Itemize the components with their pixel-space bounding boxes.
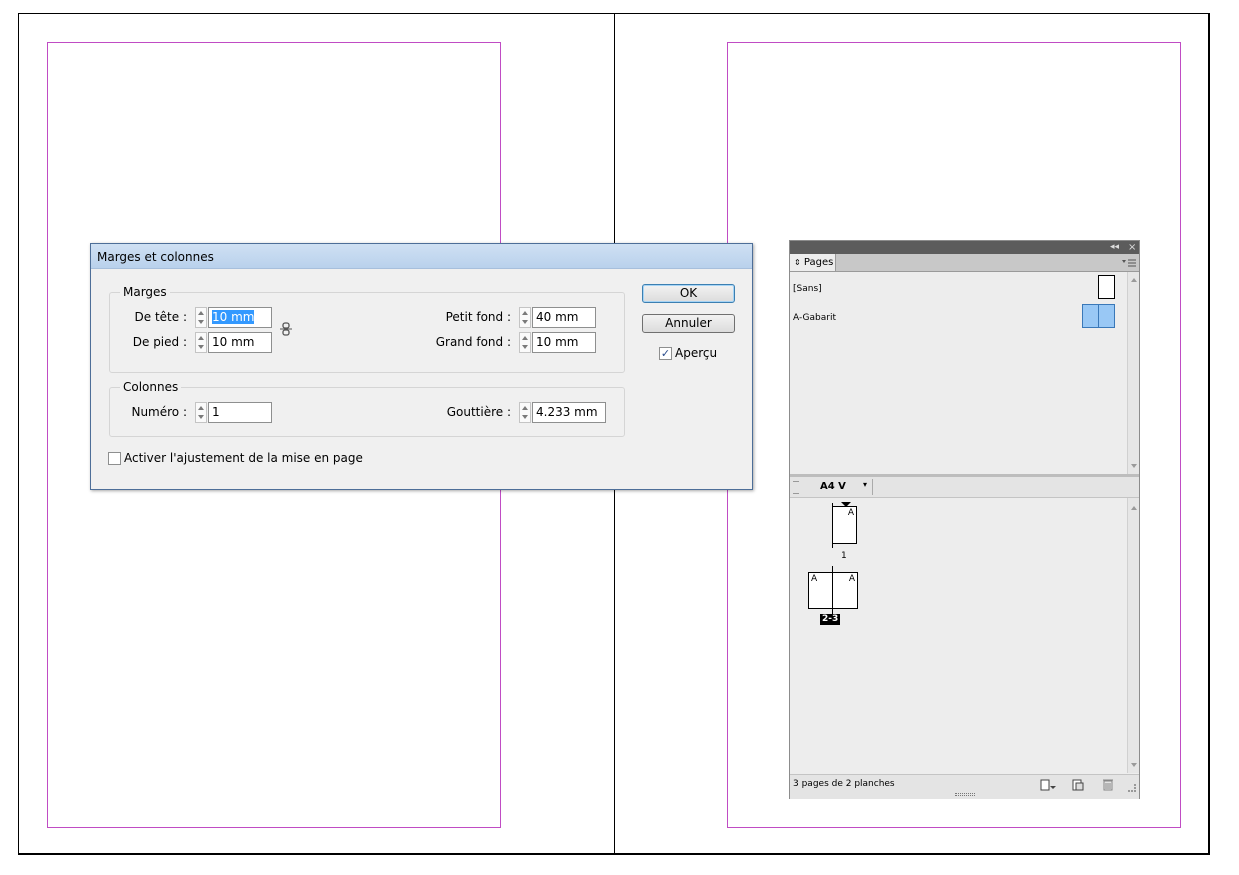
outside-margin-field[interactable]: 10 mm	[532, 332, 596, 353]
master-item-a[interactable]: A-Gabarit	[793, 313, 836, 323]
gutter-field[interactable]: 4.233 mm	[532, 402, 606, 423]
margins-columns-dialog: Marges et colonnes Marges De tête : 10 m…	[90, 243, 753, 490]
columns-number-field[interactable]: 1	[208, 402, 272, 423]
columns-legend: Colonnes	[120, 380, 182, 394]
tab-pages[interactable]: ⇕ Pages	[790, 254, 836, 271]
chevron-down-icon[interactable]: ▾	[863, 480, 867, 489]
cancel-button[interactable]: Annuler	[642, 314, 735, 333]
margins-legend: Marges	[120, 285, 170, 299]
pages-panel: ◂◂ × ⇕ Pages [Sans] A-Gabarit A4 V ▾ A 1…	[789, 240, 1140, 799]
bottom-margin-field[interactable]: 10 mm	[208, 332, 272, 353]
pages-scrollbar[interactable]	[1127, 498, 1139, 773]
resize-grip-icon[interactable]	[1128, 784, 1136, 792]
inside-margin-label: Petit fond :	[445, 310, 511, 324]
page-1-label: 1	[841, 551, 847, 561]
top-margin-label: De tête :	[134, 310, 187, 324]
inside-margin-stepper[interactable]	[519, 307, 531, 328]
masters-scrollbar[interactable]	[1127, 272, 1139, 474]
page-1-binding-line	[832, 503, 833, 548]
pages-status-text: 3 pages de 2 planches	[793, 779, 895, 789]
page-1-master: A	[847, 508, 854, 518]
layout-adjust-label[interactable]: Activer l'ajustement de la mise en page	[124, 451, 363, 465]
tab-updown-icon: ⇕	[794, 258, 801, 267]
ok-button[interactable]: OK	[642, 284, 735, 303]
panel-tab-strip: ⇕ Pages	[790, 254, 1139, 272]
close-icon[interactable]: ×	[1128, 241, 1136, 254]
gutter-stepper[interactable]	[519, 402, 531, 423]
preview-checkbox[interactable]: ✓	[659, 347, 672, 360]
page-2-master: A	[811, 574, 818, 584]
page-1-thumb[interactable]: A	[832, 506, 857, 544]
panel-resize-handle[interactable]	[955, 793, 975, 796]
panel-status-bar: 3 pages de 2 planches	[790, 774, 1139, 799]
gutter-label: Gouttière :	[446, 405, 511, 419]
preview-label[interactable]: Aperçu	[675, 346, 717, 360]
outside-margin-label: Grand fond :	[435, 335, 511, 349]
master-thumb-a[interactable]	[1082, 304, 1115, 328]
delete-page-icon[interactable]	[1102, 778, 1114, 791]
top-margin-field[interactable]: 10 mm	[208, 307, 272, 328]
columns-number-stepper[interactable]	[195, 402, 207, 423]
panel-menu-icon[interactable]	[1122, 257, 1136, 267]
master-thumb-none[interactable]	[1098, 275, 1115, 299]
new-page-icon[interactable]	[1072, 779, 1084, 791]
collapse-icon[interactable]: ◂◂	[1110, 241, 1119, 254]
grip-icon	[793, 481, 799, 494]
page-size-select[interactable]: A4 V	[820, 481, 846, 492]
top-margin-stepper[interactable]	[195, 307, 207, 328]
bottom-margin-stepper[interactable]	[195, 332, 207, 353]
dialog-title-bar[interactable]: Marges et colonnes	[91, 244, 752, 269]
bottom-margin-label: De pied :	[132, 335, 187, 349]
layout-adjust-checkbox[interactable]	[108, 452, 121, 465]
columns-number-label: Numéro :	[131, 405, 187, 419]
tab-pages-label: Pages	[803, 257, 834, 268]
edit-page-size-icon[interactable]	[1040, 779, 1056, 791]
inside-margin-field[interactable]: 40 mm	[532, 307, 596, 328]
dialog-title: Marges et colonnes	[97, 250, 214, 264]
master-item-none[interactable]: [Sans]	[793, 284, 822, 294]
spread-2-3-label: 2-3	[820, 614, 841, 625]
outside-margin-stepper[interactable]	[519, 332, 531, 353]
page-size-bar: A4 V ▾	[790, 477, 1139, 498]
spread-2-3-thumb[interactable]: A A	[808, 572, 858, 609]
link-margins-icon[interactable]	[280, 322, 292, 336]
page-3-master: A	[848, 574, 855, 584]
panel-header-bar[interactable]: ◂◂ ×	[790, 241, 1139, 254]
